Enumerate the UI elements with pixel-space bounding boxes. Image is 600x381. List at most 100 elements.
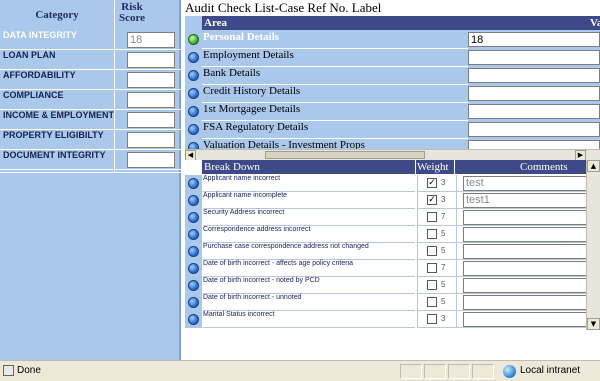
area-value-field[interactable] <box>468 50 600 65</box>
comment-field[interactable]: test1 <box>463 193 586 208</box>
breakdown-checkbox[interactable] <box>427 314 437 324</box>
row-indicator-icon[interactable] <box>188 70 199 81</box>
row-indicator-icon[interactable] <box>188 229 199 240</box>
row-selector[interactable] <box>185 260 202 277</box>
breakdown-checkbox[interactable]: ✓ <box>427 178 437 188</box>
risk-score-field[interactable] <box>127 152 175 168</box>
risk-score-field[interactable] <box>127 92 175 108</box>
row-selector[interactable] <box>185 294 202 311</box>
risk-score-header: Risk Score <box>118 1 146 24</box>
comment-cell: test1 <box>456 192 586 209</box>
column-divider <box>454 160 455 174</box>
category-label: DATA INTEGRITY <box>3 30 77 40</box>
weight-value: 5 <box>441 280 446 289</box>
area-row-employment-details[interactable]: Employment Details <box>185 49 600 66</box>
risk-score-field[interactable] <box>127 52 175 68</box>
row-indicator-icon[interactable] <box>188 52 199 63</box>
row-indicator-icon[interactable] <box>188 212 199 223</box>
row-indicator-icon[interactable] <box>188 142 199 149</box>
area-row-1st-mortgagee[interactable]: 1st Mortgagee Details <box>185 103 600 120</box>
weight-value: 3 <box>441 314 446 323</box>
breakdown-row: Applicant name incorrect ✓ 3 test <box>185 175 586 192</box>
area-row-valuation-details[interactable]: Valuation Details - Investment Props <box>185 139 600 149</box>
comment-field[interactable] <box>463 278 586 293</box>
breakdown-row: Correspondence address incorrect 5 <box>185 226 586 243</box>
area-row-fsa-regulatory[interactable]: FSA Regulatory Details <box>185 121 600 138</box>
area-value-field[interactable] <box>468 86 600 101</box>
breakdown-label: Correspondence address incorrect <box>203 226 415 243</box>
comment-cell <box>456 294 586 311</box>
category-row-loan-plan: LOAN PLAN <box>0 50 181 70</box>
row-selector[interactable] <box>185 175 202 192</box>
column-divider <box>415 160 416 174</box>
row-indicator-icon[interactable] <box>188 106 199 117</box>
category-label: DOCUMENT INTEGRITY <box>3 150 106 160</box>
row-selector[interactable] <box>185 311 202 328</box>
breakdown-row: Purchase case correspondence address not… <box>185 243 586 260</box>
comment-field[interactable] <box>463 244 586 259</box>
row-indicator-icon[interactable] <box>188 246 199 257</box>
comment-field[interactable] <box>463 261 586 276</box>
row-indicator-icon[interactable] <box>188 297 199 308</box>
area-value-field[interactable] <box>468 104 600 119</box>
breakdown-checkbox[interactable] <box>427 263 437 273</box>
row-indicator-icon[interactable] <box>188 88 199 99</box>
breakdown-vertical-scrollbar[interactable]: ▲ ▼ <box>586 160 600 330</box>
comment-field[interactable]: test <box>463 176 586 191</box>
category-label: INCOME & EMPLOYMENT <box>3 110 115 120</box>
area-row-bank-details[interactable]: Bank Details <box>185 67 600 84</box>
weight-value: 7 <box>441 212 446 221</box>
row-indicator-icon[interactable] <box>188 124 199 135</box>
risk-score-field[interactable] <box>127 32 175 48</box>
status-text: Done <box>17 365 41 376</box>
breakdown-checkbox[interactable] <box>427 229 437 239</box>
row-indicator-icon[interactable] <box>188 195 199 206</box>
area-value-field[interactable] <box>468 32 600 47</box>
scroll-down-arrow-icon[interactable]: ▼ <box>587 318 600 330</box>
breakdown-checkbox[interactable] <box>427 212 437 222</box>
comment-field[interactable] <box>463 227 586 242</box>
row-selector[interactable] <box>185 209 202 226</box>
area-label: FSA Regulatory Details <box>203 121 309 133</box>
selected-row-indicator-icon[interactable] <box>188 34 199 45</box>
area-value-field[interactable] <box>468 122 600 137</box>
breakdown-checkbox[interactable]: ✓ <box>427 195 437 205</box>
row-selector[interactable] <box>185 243 202 260</box>
breakdown-grid: Break Down Weight Comments Applicant nam… <box>185 160 586 330</box>
row-selector[interactable] <box>185 226 202 243</box>
comments-column-header: Comments <box>520 161 568 173</box>
row-selector[interactable] <box>185 192 202 209</box>
risk-score-field[interactable] <box>127 132 175 148</box>
area-value-field[interactable] <box>468 140 600 149</box>
risk-score-field[interactable] <box>127 112 175 128</box>
area-grid-horizontal-scrollbar[interactable]: ◀ ▶ <box>185 149 600 161</box>
comment-field[interactable] <box>463 295 586 310</box>
scrollbar-thumb[interactable] <box>265 151 425 159</box>
breakdown-label: Date of birth incorrect - noted by PCD <box>203 277 415 294</box>
comment-cell <box>456 277 586 294</box>
area-row-personal-details[interactable]: Personal Details <box>185 31 600 48</box>
breakdown-label: Security Address incorrect <box>203 209 415 226</box>
row-indicator-icon[interactable] <box>188 178 199 189</box>
breakdown-checkbox[interactable] <box>427 246 437 256</box>
category-row-document-integrity: DOCUMENT INTEGRITY <box>0 150 181 170</box>
status-pane <box>400 364 422 379</box>
row-indicator-icon[interactable] <box>188 263 199 274</box>
weight-cell: 5 <box>417 277 456 294</box>
weight-cell: 7 <box>417 260 456 277</box>
row-selector[interactable] <box>185 277 202 294</box>
row-indicator-icon[interactable] <box>188 280 199 291</box>
area-row-credit-history[interactable]: Credit History Details <box>185 85 600 102</box>
area-value-field[interactable] <box>468 68 600 83</box>
breakdown-checkbox[interactable] <box>427 280 437 290</box>
breakdown-row: Date of birth incorrect - noted by PCD 5 <box>185 277 586 294</box>
scroll-up-arrow-icon[interactable]: ▲ <box>587 160 600 172</box>
breakdown-row: Applicant name incomplete ✓ 3 test1 <box>185 192 586 209</box>
comment-field[interactable] <box>463 312 586 327</box>
row-indicator-icon[interactable] <box>188 314 199 325</box>
risk-score-field[interactable] <box>127 72 175 88</box>
comment-field[interactable] <box>463 210 586 225</box>
weight-value: 5 <box>441 246 446 255</box>
page-title: Audit Check List-Case Ref No. Label <box>185 0 382 15</box>
breakdown-checkbox[interactable] <box>427 297 437 307</box>
